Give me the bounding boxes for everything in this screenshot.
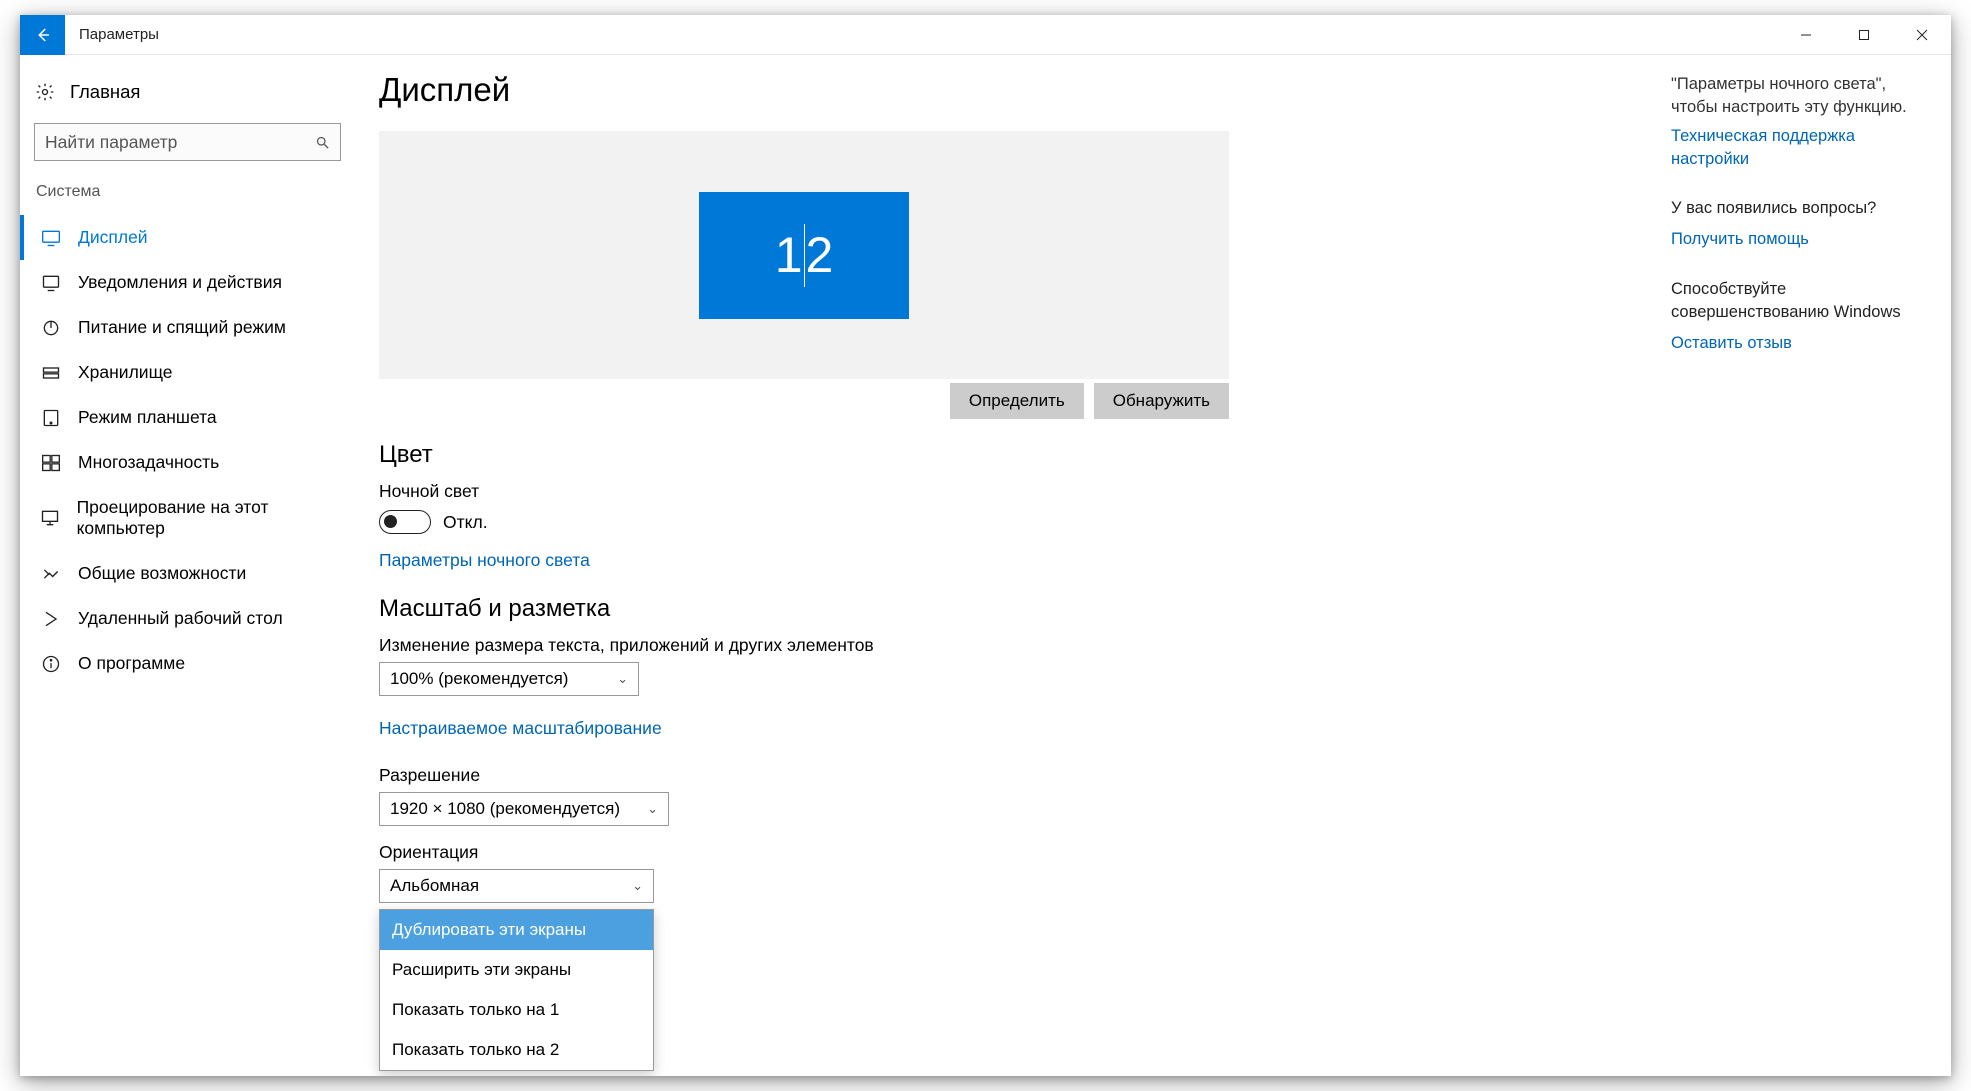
dropdown-option[interactable]: Показать только на 2 — [380, 1030, 653, 1070]
help-panel: "Параметры ночного света", чтобы настрои… — [1671, 55, 1951, 1076]
monitor-divider — [804, 224, 805, 287]
night-light-toggle-row: Откл. — [379, 510, 1641, 534]
orientation-label: Ориентация — [379, 842, 1641, 863]
scale-section-title: Масштаб и разметка — [379, 595, 1641, 623]
chevron-down-icon: ⌄ — [617, 671, 628, 687]
remote-icon — [40, 609, 62, 629]
orientation-select[interactable]: Альбомная ⌄ — [379, 869, 654, 903]
sidebar-item-notifications[interactable]: Уведомления и действия — [20, 260, 355, 305]
sidebar-item-label: О программе — [78, 653, 185, 674]
search-icon — [315, 135, 330, 150]
storage-icon — [40, 363, 62, 383]
close-button[interactable] — [1893, 15, 1951, 55]
dropdown-option[interactable]: Расширить эти экраны — [380, 950, 653, 990]
sidebar-section-heading: Система — [20, 183, 355, 215]
questions-heading: У вас появились вопросы? — [1671, 197, 1921, 220]
identify-button[interactable]: Определить — [950, 383, 1084, 419]
notifications-icon — [40, 273, 62, 293]
chevron-down-icon: ⌄ — [647, 801, 658, 817]
sidebar-item-storage[interactable]: Хранилище — [20, 350, 355, 395]
scale-field: Изменение размера текста, приложений и д… — [379, 635, 1641, 696]
multitasking-icon — [40, 453, 62, 473]
window-body: Главная Найти параметр Система Дисплей — [20, 55, 1951, 1076]
dropdown-option[interactable]: Дублировать эти экраны — [380, 910, 653, 950]
custom-scaling-link[interactable]: Настраиваемое масштабирование — [379, 718, 662, 739]
tablet-icon — [40, 408, 62, 428]
monitor-number-1: 1 — [775, 226, 803, 284]
sidebar: Главная Найти параметр Система Дисплей — [20, 55, 355, 1076]
sidebar-item-label: Дисплей — [78, 227, 148, 248]
resolution-label: Разрешение — [379, 765, 1641, 786]
sidebar-item-remote[interactable]: Удаленный рабочий стол — [20, 596, 355, 641]
main-content: Дисплей 12 Определить Обнаружить Цвет Но… — [355, 55, 1671, 1076]
sidebar-item-label: Хранилище — [78, 362, 173, 383]
orientation-value: Альбомная — [390, 876, 479, 896]
scale-select[interactable]: 100% (рекомендуется) ⌄ — [379, 662, 639, 696]
gear-icon — [34, 82, 56, 102]
multi-display-dropdown: Дублировать эти экраны Расширить эти экр… — [379, 909, 654, 1071]
night-light-label: Ночной свет — [379, 481, 1641, 502]
color-section-title: Цвет — [379, 441, 1641, 469]
search-input[interactable]: Найти параметр — [34, 123, 341, 161]
sidebar-item-label: Многозадачность — [78, 452, 219, 473]
sidebar-item-label: Общие возможности — [78, 563, 246, 584]
scale-value: 100% (рекомендуется) — [390, 669, 568, 689]
get-help-link[interactable]: Получить помощь — [1671, 228, 1921, 251]
back-button[interactable] — [20, 15, 65, 55]
monitor-preview-area: 12 — [379, 131, 1229, 379]
night-light-toggle[interactable] — [379, 510, 431, 534]
sidebar-item-label: Проецирование на этот компьютер — [77, 497, 343, 539]
window-controls — [1777, 15, 1951, 55]
dropdown-option[interactable]: Показать только на 1 — [380, 990, 653, 1030]
home-label: Главная — [70, 81, 140, 103]
monitor-buttons-row: Определить Обнаружить — [379, 383, 1229, 419]
sidebar-item-multitasking[interactable]: Многозадачность — [20, 440, 355, 485]
detect-button[interactable]: Обнаружить — [1094, 383, 1229, 419]
search-placeholder: Найти параметр — [45, 132, 177, 153]
sidebar-item-label: Питание и спящий режим — [78, 317, 286, 338]
sidebar-item-projecting[interactable]: Проецирование на этот компьютер — [20, 485, 355, 551]
sidebar-item-label: Удаленный рабочий стол — [78, 608, 283, 629]
minimize-button[interactable] — [1777, 15, 1835, 55]
monitor-preview[interactable]: 12 — [699, 192, 909, 319]
maximize-button[interactable] — [1835, 15, 1893, 55]
sidebar-item-label: Уведомления и действия — [78, 272, 282, 293]
help-text: "Параметры ночного света", чтобы настрои… — [1671, 73, 1921, 119]
chevron-down-icon: ⌄ — [632, 878, 643, 894]
night-light-state: Откл. — [443, 512, 488, 533]
resolution-field: Разрешение 1920 × 1080 (рекомендуется) ⌄ — [379, 765, 1641, 826]
scale-label: Изменение размера текста, приложений и д… — [379, 635, 1641, 656]
window-title: Параметры — [65, 26, 159, 43]
sidebar-item-tablet[interactable]: Режим планшета — [20, 395, 355, 440]
sidebar-item-label: Режим планшета — [78, 407, 217, 428]
sidebar-item-shared[interactable]: Общие возможности — [20, 551, 355, 596]
shared-icon — [40, 564, 62, 584]
leave-feedback-link[interactable]: Оставить отзыв — [1671, 332, 1921, 355]
toggle-knob — [384, 515, 397, 528]
page-title: Дисплей — [379, 71, 1641, 109]
monitor-number-2: 2 — [806, 226, 834, 284]
sidebar-item-about[interactable]: О программе — [20, 641, 355, 686]
night-light-settings-link[interactable]: Параметры ночного света — [379, 550, 590, 571]
settings-window: Параметры Главная — [20, 15, 1951, 1076]
feedback-heading: Способствуйте совершенствованию Windows — [1671, 278, 1921, 324]
resolution-select[interactable]: 1920 × 1080 (рекомендуется) ⌄ — [379, 792, 669, 826]
projecting-icon — [40, 508, 61, 528]
resolution-value: 1920 × 1080 (рекомендуется) — [390, 799, 620, 819]
sidebar-item-display[interactable]: Дисплей — [20, 215, 355, 260]
info-icon — [40, 654, 62, 674]
title-bar: Параметры — [20, 15, 1951, 55]
sidebar-item-power[interactable]: Питание и спящий режим — [20, 305, 355, 350]
orientation-field: Ориентация Альбомная ⌄ Дублировать эти э… — [379, 842, 1641, 1071]
home-button[interactable]: Главная — [20, 73, 355, 111]
support-link[interactable]: Техническая поддержка настройки — [1671, 125, 1921, 171]
power-icon — [40, 318, 62, 338]
display-icon — [40, 228, 62, 248]
